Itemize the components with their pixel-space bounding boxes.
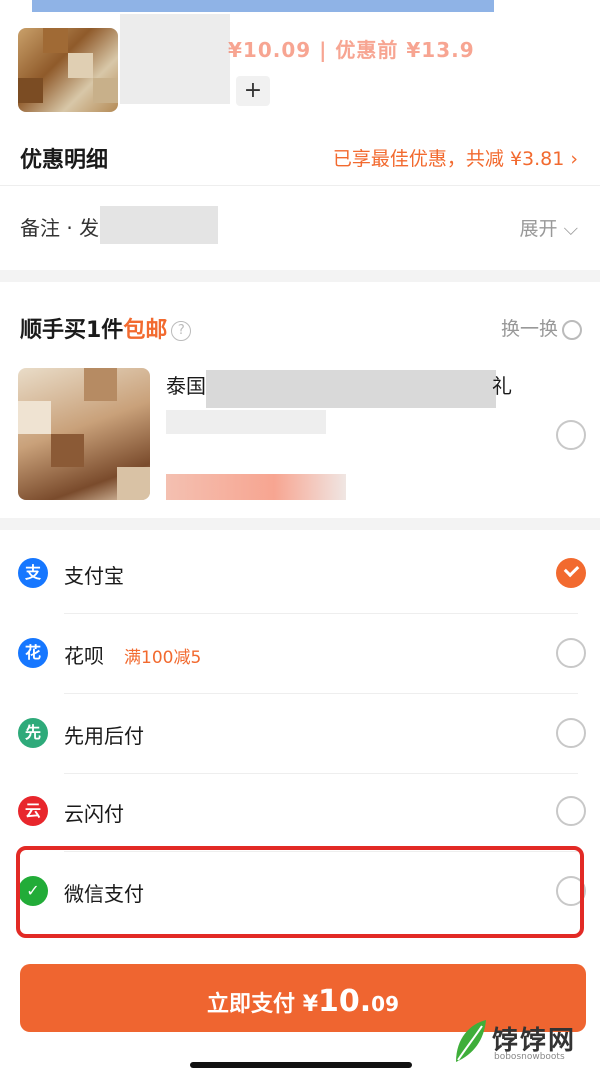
pay-currency: ¥: [302, 992, 318, 1017]
payment-method-row[interactable]: 支支付宝: [0, 534, 600, 614]
product-price-text: ¥10.09 | 优惠前 ¥13.9: [228, 38, 475, 62]
home-indicator[interactable]: [190, 1062, 412, 1068]
note-content-mask: [100, 206, 218, 244]
addon-title-end: 礼: [492, 374, 512, 398]
free-shipping-label: 包邮: [123, 318, 168, 343]
payment-select-radio[interactable]: [556, 638, 586, 668]
quantity-plus-button[interactable]: +: [236, 76, 270, 106]
highlight-annotation-box: [16, 846, 584, 938]
discount-detail-row[interactable]: 优惠明细 已享最佳优惠，共减 ¥3.81 ›: [0, 128, 600, 186]
addon-heading: 顺手买1件包邮?: [20, 312, 192, 344]
alipay-icon: 支: [18, 558, 48, 588]
payment-select-radio[interactable]: [556, 796, 586, 826]
swap-button[interactable]: 换一换: [501, 314, 582, 341]
payment-select-radio[interactable]: [556, 718, 586, 748]
pay-amount-cents: 09: [371, 992, 399, 1016]
addon-product-price-mask: [166, 474, 346, 500]
pay-now-label: 立即支付: [207, 992, 296, 1017]
order-note-row[interactable]: 备注 · 发 展开 ⌵: [0, 196, 600, 260]
pay-later-icon: 先: [18, 718, 48, 748]
product-title-mask: [120, 14, 230, 104]
payment-method-row[interactable]: 先先用后付: [0, 694, 600, 774]
site-watermark: 饽饽网 bobosnowboots: [444, 1012, 594, 1070]
addon-select-radio[interactable]: [556, 420, 586, 450]
payment-method-label: 支付宝: [64, 564, 124, 588]
discount-summary[interactable]: 已享最佳优惠，共减 ¥3.81 ›: [333, 144, 578, 171]
payment-method-label: 云闪付: [64, 802, 124, 826]
addon-title-mask: [206, 370, 496, 408]
addon-product-image[interactable]: [18, 368, 150, 500]
payment-method-row[interactable]: 云云闪付: [0, 772, 600, 852]
addon-heading-text: 顺手买1件: [20, 318, 124, 343]
payment-method-label: 先用后付: [64, 724, 144, 748]
unionpay-icon: 云: [18, 796, 48, 826]
product-thumbnail: [18, 28, 118, 112]
section-divider: [0, 270, 600, 282]
watermark-url: bobosnowboots: [494, 1052, 565, 1062]
refresh-icon: [562, 319, 582, 340]
section-divider: [0, 518, 600, 530]
top-color-strip: [32, 0, 494, 12]
huabei-icon: 花: [18, 638, 48, 668]
expand-button[interactable]: 展开 ⌵: [520, 214, 578, 241]
payment-method-label: 花呗: [64, 644, 104, 668]
addon-product-subtitle-mask: [166, 410, 326, 434]
leaf-logo-icon: [456, 1020, 486, 1062]
payment-method-row[interactable]: 花花呗 满100减5: [0, 614, 600, 694]
discount-detail-label: 优惠明细: [20, 148, 109, 173]
order-note-label: 备注 · 发: [20, 216, 100, 240]
addon-product-title: 泰国鱼 礼: [166, 370, 512, 408]
swap-label: 换一换: [500, 318, 558, 340]
question-circle-icon[interactable]: ?: [171, 321, 192, 341]
payment-promo-badge: 满100减5: [124, 648, 202, 668]
pay-amount-whole: 10.: [318, 984, 372, 1019]
payment-select-radio[interactable]: [556, 558, 586, 588]
